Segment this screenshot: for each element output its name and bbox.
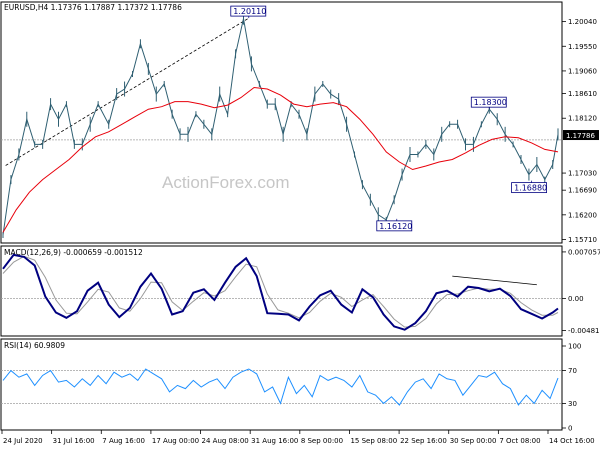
rsi-layer: 100 70 30 0 (1, 343, 581, 433)
watermark: ActionForex.com (162, 173, 290, 192)
moving-average-line (2, 86, 559, 233)
x-tick-label: 24 Jul 2020 (3, 437, 43, 445)
price-layer: 1.20110 1.18300 1.16880 1.16120 1.20040 1.195… (1, 5, 599, 244)
macd-layer: 0.007057 0.00 -0.004818 (1, 248, 600, 335)
rsi-panel-title: RSI(14) 60.9809 (4, 341, 65, 350)
annotation-label: 1.20110 (233, 7, 266, 16)
price-panel-frame (0, 1, 563, 244)
price-y-tick-label: 1.18120 (568, 115, 597, 123)
price-y-tick-label: 1.16690 (568, 187, 597, 195)
rsi-y-tick-label: 30 (568, 400, 577, 408)
price-panel-title: EURUSD,H4 1.17376 1.17887 1.17372 1.1778… (4, 3, 182, 12)
price-y-tick-label: 1.19550 (568, 43, 597, 51)
rsi-y-tick-label: 100 (568, 343, 581, 351)
annotation-label: 1.18300 (474, 98, 507, 107)
price-y-tick-label: 1.19060 (568, 67, 597, 75)
macd-line (2, 253, 559, 331)
x-tick-label: 31 Jul 16:00 (53, 437, 95, 445)
x-tick-label: 22 Sep 16:00 (400, 437, 447, 445)
price-y-tick-label: 1.17030 (568, 170, 597, 178)
rsi-line (2, 368, 559, 406)
x-tick-label: 15 Sep 08:00 (350, 437, 397, 445)
x-tick-label: 14 Oct 16:00 (549, 437, 595, 445)
rsi-y-tick-label: 0 (568, 425, 572, 433)
x-tick-label: 31 Aug 16:00 (251, 437, 298, 445)
macd-y-tick-label: -0.004818 (568, 327, 600, 335)
forex-chart: ActionForex.com EURUSD,H4 1.17376 1.1788… (0, 1, 600, 445)
x-tick-label: 17 Aug 00:00 (152, 437, 199, 445)
rsi-y-tick-label: 70 (568, 367, 577, 375)
rsi-panel-frame (0, 338, 563, 431)
x-tick-label: 8 Sep 00:00 (301, 437, 343, 445)
annotation-label: 1.16120 (379, 222, 412, 231)
x-tick-label: 7 Aug 16:00 (102, 437, 145, 445)
price-y-tick-label: 1.16200 (568, 211, 597, 219)
trend-line (5, 17, 249, 166)
chart-window: ActionForex.com EURUSD,H4 1.17376 1.1788… (0, 0, 600, 450)
macd-panel-title: MACD(12,26,9) -0.000659 -0.001512 (4, 248, 143, 257)
annotation-label: 1.16880 (514, 184, 547, 193)
x-tick-label: 30 Sep 00:00 (450, 437, 497, 445)
macd-divergence-line (452, 275, 537, 286)
x-tick-label: 7 Oct 08:00 (499, 437, 540, 445)
macd-y-tick-label: 0.00 (568, 295, 584, 303)
axis-layer: 24 Jul 2020 31 Jul 16:00 7 Aug 16:00 17 Aug… (1, 430, 595, 445)
price-y-tick-label: 1.20040 (568, 18, 597, 26)
macd-panel-frame (0, 245, 563, 337)
macd-y-tick-label: 0.007057 (568, 248, 600, 256)
price-series (2, 18, 559, 236)
price-y-tick-label: 1.15710 (568, 236, 597, 244)
x-tick-label: 24 Aug 08:00 (202, 437, 249, 445)
current-price-label: 1.17786 (566, 132, 595, 140)
price-y-tick-label: 1.18610 (568, 90, 597, 98)
